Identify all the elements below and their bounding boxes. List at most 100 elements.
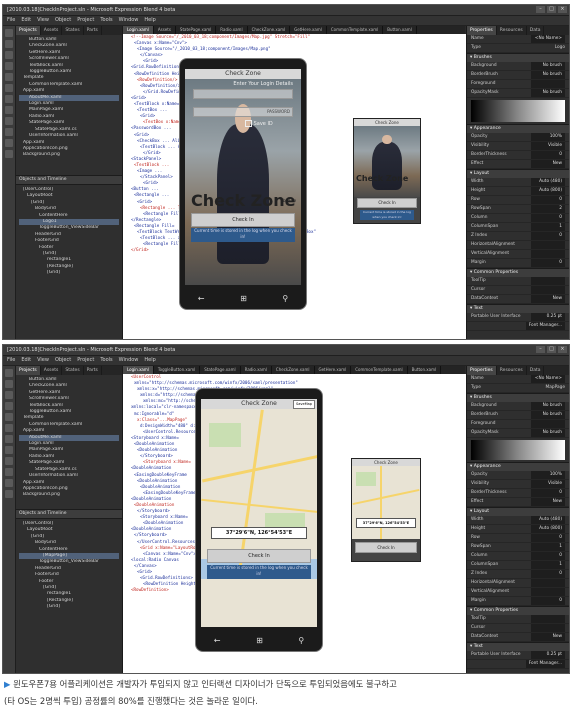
- search-icon[interactable]: ⚲: [298, 636, 304, 645]
- map-view[interactable]: 37°29'6"N, 126°54'53"E Check In Current …: [201, 409, 317, 627]
- back-icon[interactable]: ←: [214, 636, 221, 645]
- property-value[interactable]: [531, 624, 565, 632]
- doc-tab[interactable]: CommonTemplate.xaml: [351, 366, 408, 374]
- menu-file[interactable]: File: [7, 356, 15, 365]
- zoom-tool-icon[interactable]: [5, 62, 13, 70]
- section-appearance[interactable]: ▾ Appearance: [467, 462, 569, 471]
- property-value[interactable]: [531, 420, 565, 428]
- menu-help[interactable]: Help: [144, 16, 155, 25]
- property-value[interactable]: New: [531, 498, 565, 506]
- property-value[interactable]: New: [531, 633, 565, 641]
- property-value[interactable]: 0.25 pt: [531, 313, 565, 321]
- section-common-properties[interactable]: ▾ Common Properties: [467, 268, 569, 277]
- save-id-checkbox[interactable]: Save ID: [245, 120, 273, 127]
- menu-view[interactable]: View: [37, 16, 49, 25]
- button-tool-icon[interactable]: [5, 479, 13, 487]
- doc-tab[interactable]: Button.xaml: [408, 366, 442, 374]
- property-value[interactable]: New: [531, 295, 565, 303]
- doc-tab[interactable]: CheckZone.xaml: [248, 26, 291, 34]
- brush-tool-icon[interactable]: [5, 424, 13, 432]
- minimize-button[interactable]: –: [536, 346, 545, 353]
- check-in-button[interactable]: Check In: [191, 213, 295, 227]
- tab-properties[interactable]: Properties: [467, 366, 497, 375]
- tab-data[interactable]: Data: [527, 366, 545, 375]
- tab-assets[interactable]: Assets: [41, 26, 63, 35]
- property-value[interactable]: 0: [531, 259, 565, 267]
- section-text[interactable]: ▾ Text: [467, 304, 569, 313]
- tab-projects[interactable]: Projects: [16, 26, 41, 35]
- pan-tool-icon[interactable]: [5, 391, 13, 399]
- section-appearance[interactable]: ▾ Appearance: [467, 124, 569, 133]
- color-editor[interactable]: [471, 440, 565, 460]
- doc-tab[interactable]: GetHere.xaml: [315, 366, 352, 374]
- property-value[interactable]: 0: [531, 597, 565, 605]
- file-item[interactable]: Background.png: [19, 492, 119, 498]
- property-value[interactable]: 0: [531, 151, 565, 159]
- doc-tab[interactable]: Login.xaml: [123, 26, 154, 34]
- pen-tool-icon[interactable]: [5, 95, 13, 103]
- username-input[interactable]: [193, 89, 293, 99]
- property-value[interactable]: 100%: [531, 471, 565, 479]
- assets-tool-icon[interactable]: [5, 490, 13, 498]
- property-value[interactable]: [531, 615, 565, 623]
- doc-tab[interactable]: Radio.xaml: [241, 366, 272, 374]
- pan-tool-icon[interactable]: [5, 51, 13, 59]
- section-brushes[interactable]: ▾ Brushes: [467, 393, 569, 402]
- menu-object[interactable]: Object: [55, 356, 71, 365]
- maximize-button[interactable]: □: [547, 346, 556, 353]
- property-value[interactable]: No brush: [531, 89, 565, 97]
- doc-tab[interactable]: ToggleButton.xaml: [154, 366, 201, 374]
- textblock-tool-icon[interactable]: [5, 468, 13, 476]
- tab-parts[interactable]: Parts: [84, 366, 102, 375]
- property-value[interactable]: [531, 241, 565, 249]
- property-value[interactable]: Auto (800): [531, 187, 565, 195]
- property-value[interactable]: Visible: [531, 480, 565, 488]
- menu-help[interactable]: Help: [144, 356, 155, 365]
- assets-tool-icon[interactable]: [5, 150, 13, 158]
- property-value[interactable]: Auto (800): [531, 525, 565, 533]
- selection-tool-icon[interactable]: [5, 29, 13, 37]
- property-value[interactable]: 1: [531, 543, 565, 551]
- close-button[interactable]: ×: [558, 6, 567, 13]
- back-icon[interactable]: ←: [198, 294, 205, 303]
- section-text[interactable]: ▾ Text: [467, 642, 569, 651]
- property-value[interactable]: No brush: [531, 402, 565, 410]
- property-value[interactable]: 0: [531, 552, 565, 560]
- property-value[interactable]: [531, 588, 565, 596]
- property-value[interactable]: No brush: [531, 411, 565, 419]
- grid-tool-icon[interactable]: [5, 457, 13, 465]
- property-value[interactable]: [531, 80, 565, 88]
- direct-select-tool-icon[interactable]: [5, 380, 13, 388]
- property-value[interactable]: No brush: [531, 62, 565, 70]
- property-value[interactable]: 0: [531, 489, 565, 497]
- eyedropper-tool-icon[interactable]: [5, 73, 13, 81]
- minimize-button[interactable]: –: [536, 6, 545, 13]
- grid-tool-icon[interactable]: [5, 117, 13, 125]
- menu-project[interactable]: Project: [77, 16, 94, 25]
- property-value[interactable]: Auto (480): [531, 516, 565, 524]
- file-item[interactable]: Background.png: [19, 152, 119, 158]
- doc-tab[interactable]: Radio.xaml: [216, 26, 248, 34]
- save-map-tag[interactable]: SaveMap: [293, 400, 315, 409]
- tab-assets[interactable]: Assets: [41, 366, 63, 375]
- doc-tab[interactable]: StatePage.xaml: [200, 366, 241, 374]
- property-value[interactable]: 100%: [531, 133, 565, 141]
- doc-tab[interactable]: CheckZone.xaml: [272, 366, 315, 374]
- doc-tab[interactable]: GetHere.xaml: [290, 26, 327, 34]
- menu-view[interactable]: View: [37, 356, 49, 365]
- object-item[interactable]: [Grid]: [19, 270, 119, 276]
- property-value[interactable]: 1: [531, 223, 565, 231]
- pen-tool-icon[interactable]: [5, 435, 13, 443]
- property-value[interactable]: 0: [531, 570, 565, 578]
- mini-check-in-button[interactable]: Check In: [357, 198, 417, 208]
- menu-window[interactable]: Window: [119, 356, 139, 365]
- rectangle-tool-icon[interactable]: [5, 106, 13, 114]
- maximize-button[interactable]: □: [547, 6, 556, 13]
- tab-states[interactable]: States: [62, 366, 84, 375]
- property-value[interactable]: 0: [531, 232, 565, 240]
- check-in-button[interactable]: Check In: [207, 549, 311, 563]
- property-value[interactable]: No brush: [531, 71, 565, 79]
- doc-tab[interactable]: Assets: [154, 26, 176, 34]
- close-button[interactable]: ×: [558, 346, 567, 353]
- section-common-properties[interactable]: ▾ Common Properties: [467, 606, 569, 615]
